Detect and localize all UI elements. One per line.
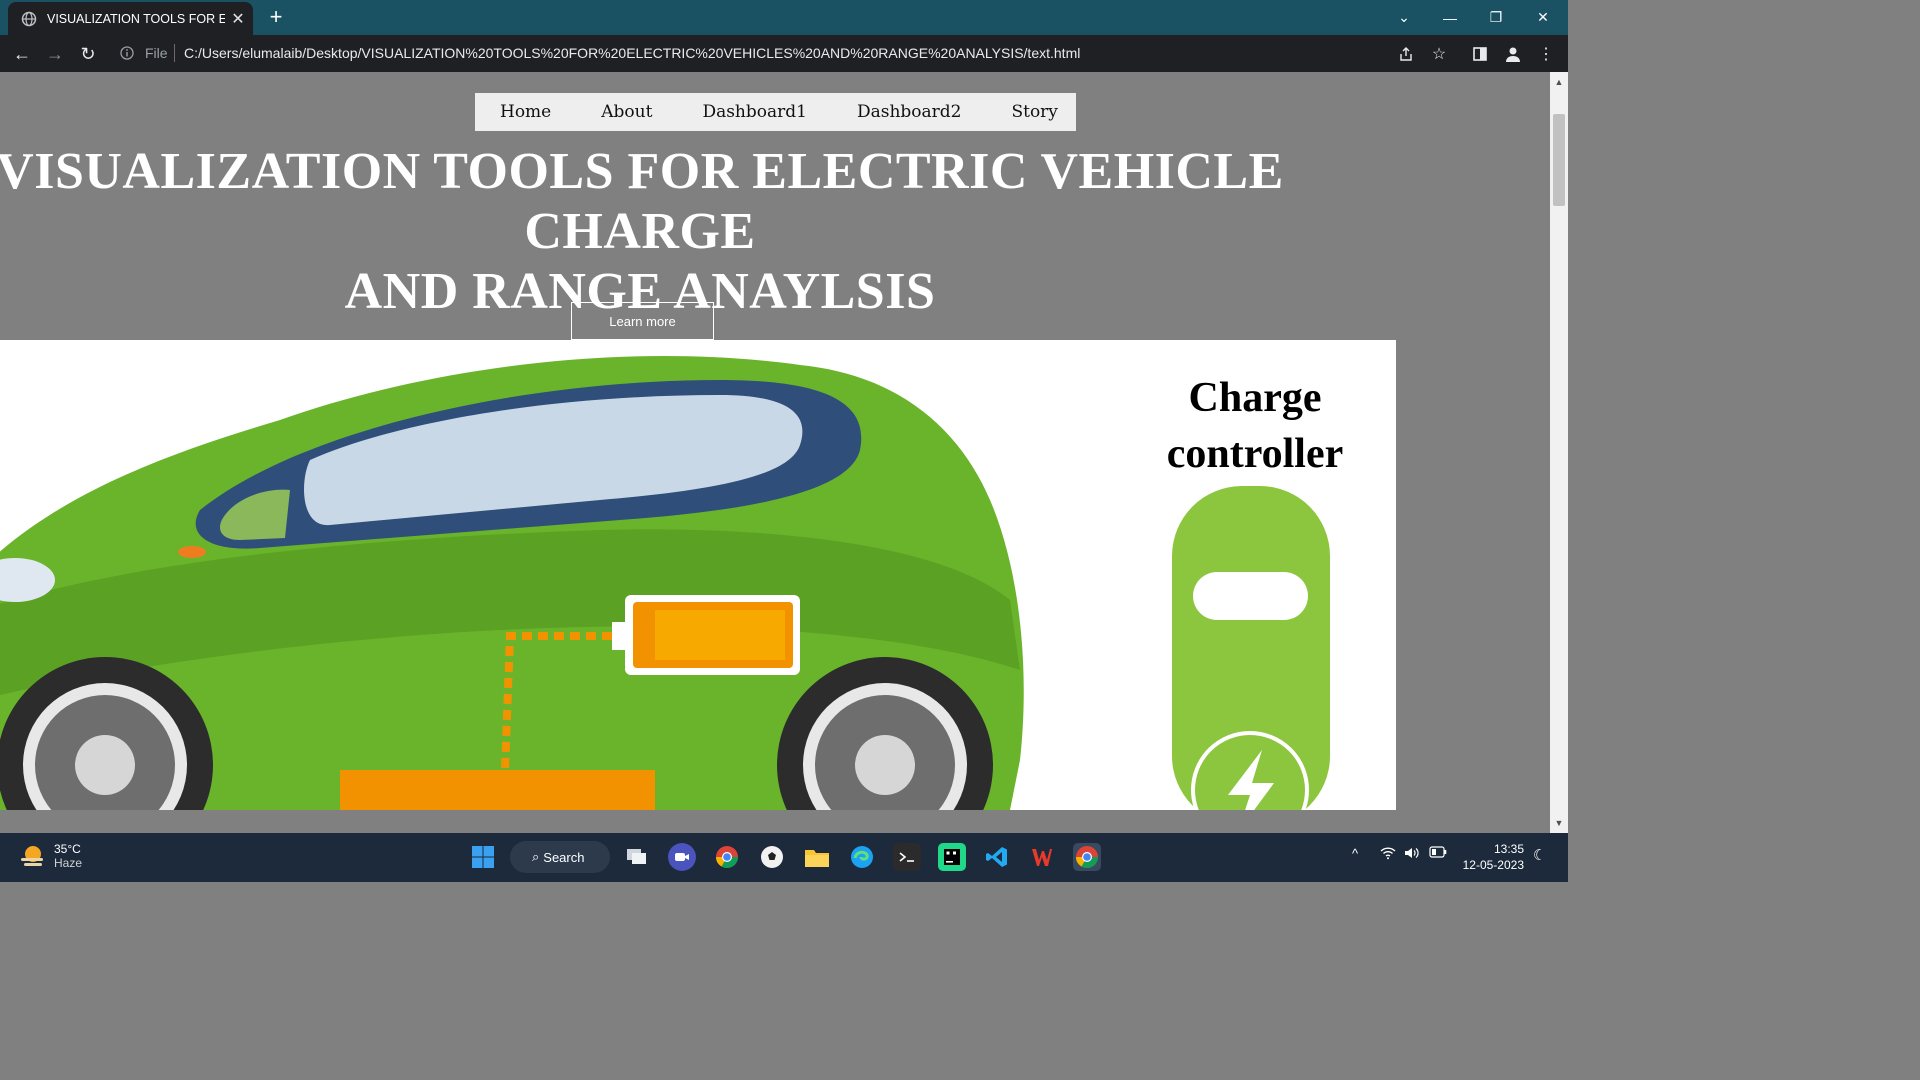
clock-time: 13:35 bbox=[1493, 842, 1524, 856]
task-view-icon[interactable] bbox=[623, 843, 651, 871]
edge-browser-icon[interactable] bbox=[848, 843, 876, 871]
page-viewport: Home About Dashboard1 Dashboard2 Story V… bbox=[0, 72, 1550, 833]
tray-chevron-icon[interactable]: ^ bbox=[1352, 846, 1358, 861]
weather-temp: 35°C bbox=[54, 842, 81, 856]
charge-controller-caption: Charge controller bbox=[1130, 370, 1380, 482]
hero-title: VISUALIZATION TOOLS FOR ELECTRIC VEHICLE… bbox=[0, 142, 1360, 322]
info-icon[interactable] bbox=[120, 46, 134, 60]
profile-icon[interactable] bbox=[1503, 44, 1523, 64]
weather-widget[interactable]: 35°C Haze bbox=[18, 841, 82, 871]
window-close-button[interactable]: ✕ bbox=[1520, 0, 1566, 35]
restore-button[interactable]: ❐ bbox=[1473, 0, 1519, 35]
tab-title: VISUALIZATION TOOLS FOR ELEC bbox=[47, 11, 225, 26]
search-icon: ⌕ bbox=[532, 849, 540, 864]
page-scrollbar[interactable]: ▲ ▼ bbox=[1550, 72, 1568, 833]
scrollbar-thumb[interactable] bbox=[1553, 114, 1565, 206]
learn-more-button[interactable]: Learn more bbox=[571, 302, 714, 340]
nav-dashboard1-link[interactable]: Dashboard1 bbox=[677, 102, 832, 122]
menu-kebab-icon[interactable]: ⋮ bbox=[1536, 44, 1556, 64]
nav-story-link[interactable]: Story bbox=[986, 102, 1082, 122]
share-icon[interactable] bbox=[1396, 44, 1416, 64]
address-bar[interactable]: File C:/Users/elumalaib/Desktop/VISUALIZ… bbox=[110, 39, 1462, 68]
minimize-button[interactable]: — bbox=[1427, 0, 1473, 35]
globe-icon bbox=[21, 11, 37, 27]
wps-office-icon[interactable] bbox=[1028, 843, 1056, 871]
wifi-icon[interactable] bbox=[1380, 846, 1396, 863]
side-panel-icon[interactable] bbox=[1470, 44, 1490, 64]
chrome-profile-icon[interactable] bbox=[713, 843, 741, 871]
notification-moon-icon[interactable]: ☾ bbox=[1533, 846, 1546, 864]
scroll-down-arrow-icon[interactable]: ▼ bbox=[1550, 815, 1568, 831]
system-clock[interactable]: 13:35 12-05-2023 bbox=[1458, 841, 1524, 873]
url-text[interactable]: C:/Users/elumalaib/Desktop/VISUALIZATION… bbox=[184, 45, 1080, 61]
nav-home-link[interactable]: Home bbox=[475, 102, 576, 122]
clock-date: 12-05-2023 bbox=[1462, 858, 1524, 872]
windows-start-icon[interactable] bbox=[469, 843, 497, 871]
browser-toolbar: ← → ↻ File C:/Users/elumalaib/Desktop/VI… bbox=[0, 35, 1568, 72]
nav-about-link[interactable]: About bbox=[576, 102, 677, 122]
soccer-app-icon[interactable] bbox=[758, 843, 786, 871]
search-label: Search bbox=[543, 849, 585, 865]
taskbar-search[interactable]: ⌕ Search bbox=[510, 841, 610, 873]
bookmark-star-icon[interactable]: ☆ bbox=[1429, 44, 1449, 64]
ev-hero-image: Charge controller bbox=[0, 340, 1396, 810]
file-explorer-icon[interactable] bbox=[803, 843, 831, 871]
chrome-icon[interactable] bbox=[1073, 843, 1101, 871]
pycharm-icon[interactable] bbox=[938, 843, 966, 871]
browser-tab[interactable]: VISUALIZATION TOOLS FOR ELEC ✕ bbox=[8, 2, 253, 35]
scroll-up-arrow-icon[interactable]: ▲ bbox=[1550, 74, 1568, 90]
charge-title-line2: controller bbox=[1166, 431, 1344, 477]
file-scheme-label: File bbox=[145, 45, 168, 61]
volume-icon[interactable] bbox=[1404, 846, 1420, 863]
vscode-icon[interactable] bbox=[983, 843, 1011, 871]
tab-close-icon[interactable]: ✕ bbox=[229, 9, 247, 29]
new-tab-button[interactable]: + bbox=[265, 5, 287, 29]
forward-icon[interactable]: → bbox=[43, 42, 67, 66]
browser-tab-bar: VISUALIZATION TOOLS FOR ELEC ✕ + ⌄ — ❐ ✕ bbox=[0, 0, 1568, 35]
back-icon[interactable]: ← bbox=[10, 42, 34, 66]
reload-icon[interactable]: ↻ bbox=[76, 42, 100, 66]
site-nav: Home About Dashboard1 Dashboard2 Story bbox=[475, 93, 1076, 131]
terminal-icon[interactable] bbox=[893, 843, 921, 871]
charge-title-line1: Charge bbox=[1188, 375, 1322, 421]
address-separator bbox=[174, 44, 175, 62]
weather-condition: Haze bbox=[54, 856, 83, 870]
windows-taskbar: 35°C Haze ⌕ Search ^ 13:35 12-05-2023 ☾ bbox=[0, 833, 1568, 882]
teams-chat-icon[interactable] bbox=[668, 843, 696, 871]
nav-dashboard2-link[interactable]: Dashboard2 bbox=[832, 102, 987, 122]
tab-search-dropdown-icon[interactable]: ⌄ bbox=[1381, 0, 1427, 35]
hero-title-line1: VISUALIZATION TOOLS FOR ELECTRIC VEHICLE… bbox=[0, 143, 1284, 260]
battery-icon[interactable] bbox=[1429, 846, 1447, 861]
haze-sun-icon bbox=[21, 846, 43, 866]
